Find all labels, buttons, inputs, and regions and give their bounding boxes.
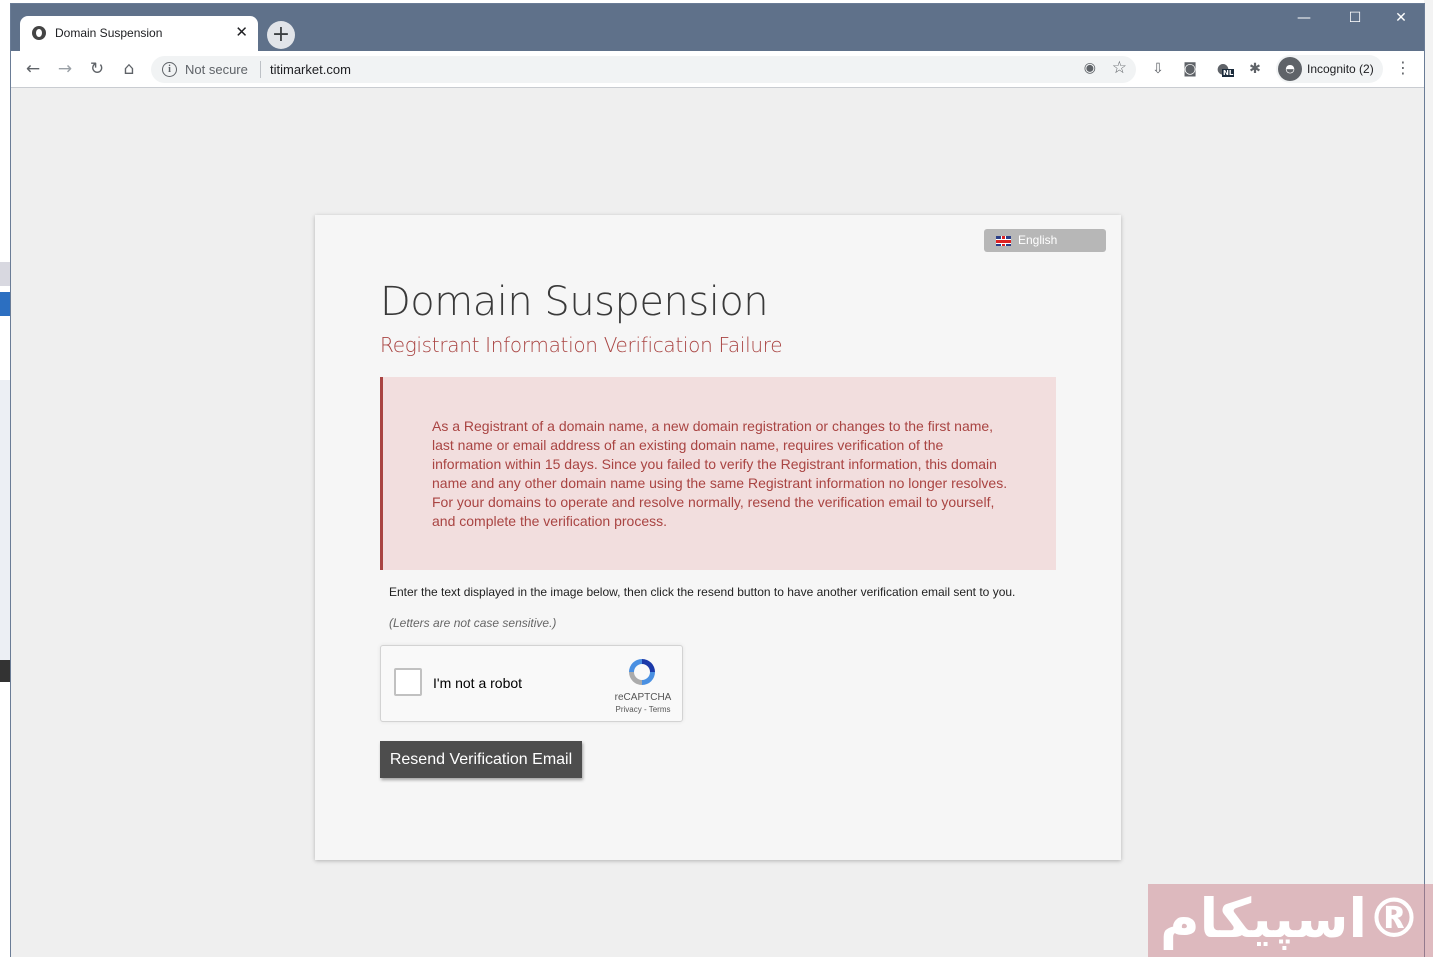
security-status[interactable]: Not secure: [185, 62, 248, 77]
globe-icon: [32, 26, 46, 40]
language-selector[interactable]: English: [984, 229, 1106, 252]
close-window-button[interactable]: ✕: [1381, 10, 1421, 26]
url-text[interactable]: titimarket.com: [270, 62, 351, 77]
uk-flag-icon: [996, 236, 1011, 246]
incognito-label: Incognito (2): [1307, 62, 1374, 76]
bookmark-star-icon[interactable]: ☆: [1112, 58, 1127, 78]
reload-icon[interactable]: ↻: [85, 57, 109, 81]
new-tab-button[interactable]: +: [267, 21, 295, 49]
captcha-checkbox[interactable]: [394, 668, 422, 696]
instructions-text: Enter the text displayed in the image be…: [389, 585, 1016, 599]
divider: [260, 61, 261, 78]
extension-download-icon[interactable]: ⇩: [1148, 59, 1168, 79]
watermark-logo: اسپیکام®: [1148, 884, 1433, 957]
title-bar: Domain Suspension ✕ + — ☐ ✕: [11, 4, 1424, 51]
desktop-background-left: [0, 0, 11, 957]
tab-title: Domain Suspension: [55, 26, 163, 40]
close-tab-icon[interactable]: ✕: [235, 23, 248, 41]
menu-dots-icon[interactable]: ⋮: [1393, 58, 1413, 77]
page-title: Domain Suspension: [380, 279, 769, 325]
page-viewport: English Domain Suspension Registrant Inf…: [11, 88, 1424, 957]
browser-tab[interactable]: Domain Suspension ✕: [20, 16, 258, 51]
recaptcha-widget: I'm not a robot reCAPTCHA Privacy - Term…: [380, 645, 683, 722]
minimize-button[interactable]: —: [1284, 10, 1324, 26]
address-bar[interactable]: i Not secure titimarket.com ◉ ☆: [151, 56, 1136, 83]
back-arrow-icon[interactable]: ←: [21, 57, 45, 81]
info-icon[interactable]: i: [162, 62, 177, 77]
page-subtitle: Registrant Information Verification Fail…: [380, 333, 783, 357]
recaptcha-links[interactable]: Privacy - Terms: [603, 705, 683, 714]
incognito-profile-button[interactable]: ◓ Incognito (2): [1276, 55, 1383, 83]
case-hint: (Letters are not case sensitive.): [389, 616, 557, 630]
recaptcha-brand: reCAPTCHA: [614, 692, 672, 703]
desktop-background-right: [1424, 0, 1433, 957]
language-label: English: [1018, 233, 1058, 247]
home-icon[interactable]: ⌂: [117, 57, 141, 81]
tracking-eye-off-icon[interactable]: ◉: [1084, 60, 1096, 76]
forward-arrow-icon[interactable]: →: [53, 57, 77, 81]
recaptcha-logo-icon: [629, 659, 655, 685]
resend-verification-button[interactable]: Resend Verification Email: [380, 741, 582, 778]
suspension-card: English Domain Suspension Registrant Inf…: [315, 215, 1121, 860]
camera-icon[interactable]: ◙: [1180, 59, 1200, 79]
extensions-puzzle-icon[interactable]: ✱: [1245, 59, 1265, 79]
alert-message: As a Registrant of a domain name, a new …: [432, 418, 1008, 529]
captcha-label: I'm not a robot: [433, 675, 523, 691]
vpn-badge: NL: [1222, 69, 1235, 77]
maximize-button[interactable]: ☐: [1335, 10, 1375, 26]
vpn-globe-icon[interactable]: ●NL: [1213, 59, 1235, 79]
warning-alert: As a Registrant of a domain name, a new …: [380, 377, 1056, 570]
incognito-icon: ◓: [1278, 57, 1302, 81]
browser-window: Domain Suspension ✕ + — ☐ ✕ ← → ↻ ⌂ i No…: [11, 4, 1424, 957]
browser-toolbar: ← → ↻ ⌂ i Not secure titimarket.com ◉ ☆ …: [11, 51, 1424, 88]
